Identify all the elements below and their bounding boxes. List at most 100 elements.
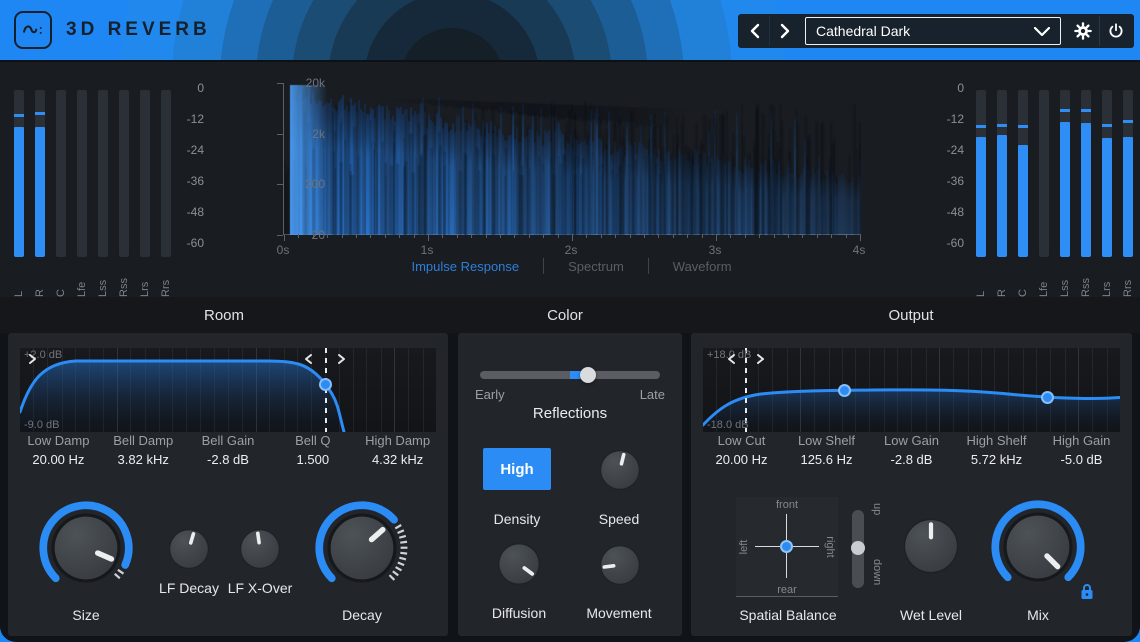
display-tabs: Impulse Response Spectrum Waveform [283,258,860,274]
high-shelf-node-handle[interactable] [1041,391,1054,404]
nudge-left-icon[interactable] [304,353,313,365]
diffusion-knob[interactable] [496,541,542,587]
meter-channel-label: Lrs [1101,263,1113,297]
param-value[interactable]: -2.8 dB [186,452,271,467]
param-value[interactable]: 20.00 Hz [699,452,784,467]
param-name: Low Damp [16,433,101,448]
output-eq-display[interactable]: +18.0 dB -18.0 dB [703,348,1120,432]
low-shelf-node-handle[interactable] [838,384,851,397]
meter-channel-C: C [1018,90,1028,297]
nudge-right-icon[interactable] [337,353,346,365]
meter-channel-R: R [997,90,1007,297]
power-button[interactable] [1099,16,1132,46]
room-eq-display[interactable]: +2.0 dB -9.0 dB [20,348,436,432]
height-slider-thumb[interactable] [851,541,865,555]
spatial-balance-handle[interactable] [780,540,793,553]
mix-knob[interactable] [988,497,1088,597]
meter-scale-tick: -36 [187,174,204,188]
reflections-slider[interactable] [480,371,660,379]
diffusion-knob-label: Diffusion [472,605,566,621]
meter-channel-label: Lss [97,263,109,297]
preset-next-button[interactable] [770,16,800,46]
param-value[interactable]: 4.32 kHz [355,452,440,467]
room-params: Low Damp Bell Damp Bell Gain Bell Q High… [16,433,440,467]
nudge-right-icon[interactable] [28,353,37,365]
meter-channel-label: Rss [1080,263,1092,297]
meter-scale-tick: -12 [187,112,204,126]
param-value[interactable]: 20.00 Hz [16,452,101,467]
output-params: Low Cut Low Shelf Low Gain High Shelf Hi… [699,433,1124,467]
slider-late-label: Late [640,387,665,402]
wet-level-knob[interactable] [902,517,960,575]
gear-icon [1073,21,1093,41]
bell-node-handle[interactable] [319,378,332,391]
speed-knob[interactable] [598,448,642,492]
section-title-strip: Room Color Output [0,297,1140,333]
height-slider[interactable] [852,510,864,588]
meter-scale-tick: -12 [947,112,964,126]
slider-early-label: Early [475,387,505,402]
movement-knob[interactable] [598,543,642,587]
spatial-balance-pad[interactable]: front rear left right [736,497,838,597]
plugin-title: 3D REVERB [66,19,211,41]
param-name: High Gain [1039,433,1124,448]
decay-knob[interactable] [312,498,412,598]
settings-button[interactable] [1066,16,1099,46]
nudge-right-icon[interactable] [756,353,765,365]
size-knob-label: Size [26,607,146,623]
meter-scale-tick: -60 [947,236,964,250]
size-knob[interactable] [36,498,136,598]
mix-lock-icon[interactable] [1080,583,1094,600]
wet-level-knob-label: Wet Level [871,607,991,623]
tab-waveform[interactable]: Waveform [673,259,732,274]
nudge-left-icon[interactable] [727,353,736,365]
meter-channel-L: L [14,90,24,297]
param-value[interactable]: -5.0 dB [1039,452,1124,467]
meter-channel-Rrs: Rrs [161,90,171,297]
param-value[interactable]: -2.8 dB [869,452,954,467]
spectrogram-plot[interactable] [283,83,860,235]
density-high-button[interactable]: High [483,448,551,490]
tab-spectrum[interactable]: Spectrum [568,259,624,274]
movement-knob-label: Movement [572,605,666,621]
freq-axis-tick: 2k [312,127,325,141]
meter-scale-tick: -36 [947,174,964,188]
meter-channel-label: Lfe [76,263,88,297]
color-section-title: Color [448,307,682,324]
tab-divider [648,258,649,274]
time-axis-tick: 3s [709,243,722,257]
preset-dropdown[interactable]: Cathedral Dark [805,17,1061,45]
meter-channel-label: L [13,263,25,297]
room-eq-curve [20,348,436,432]
param-value[interactable]: 1.500 [270,452,355,467]
meter-channel-Rss: Rss [119,90,129,297]
chevron-left-icon [750,23,760,39]
mix-knob-label: Mix [978,607,1098,623]
control-panels: +2.0 dB -9.0 dB Low Damp Bell Damp Bell … [0,333,1140,636]
param-value[interactable]: 3.82 kHz [101,452,186,467]
meter-channel-label: C [55,263,67,297]
reflections-slider-thumb[interactable] [580,367,596,383]
room-section-title: Room [0,307,448,324]
param-value[interactable]: 125.6 Hz [784,452,869,467]
output-meters: 0-12-24-36-48-60 LRCLfeLssRssLrsRrs [910,62,1140,297]
param-value[interactable]: 5.72 kHz [954,452,1039,467]
meter-channel-label: Lrs [139,263,151,297]
param-name: Bell Gain [186,433,271,448]
meter-channel-Rss: Rss [1081,90,1091,297]
brand-logo-icon [14,11,52,49]
reflections-caption: Reflections [458,405,682,422]
meter-channel-Lrs: Lrs [140,90,150,297]
tab-divider [543,258,544,274]
lf-xover-knob[interactable] [238,527,282,571]
tab-impulse-response[interactable]: Impulse Response [411,259,519,274]
output-panel: +18.0 dB -18.0 dB Low Cut Low Shelf Low … [691,333,1132,636]
impulse-response-display: 20k2k20020 Impulse Response Spectrum Wav… [230,62,910,297]
meter-channel-label: L [975,263,987,297]
preset-prev-button[interactable] [740,16,770,46]
meter-channel-Lss: Lss [98,90,108,297]
speed-knob-label: Speed [579,511,659,527]
meter-channel-Lss: Lss [1060,90,1070,297]
chevron-right-icon [780,23,790,39]
lf-decay-knob[interactable] [167,527,211,571]
